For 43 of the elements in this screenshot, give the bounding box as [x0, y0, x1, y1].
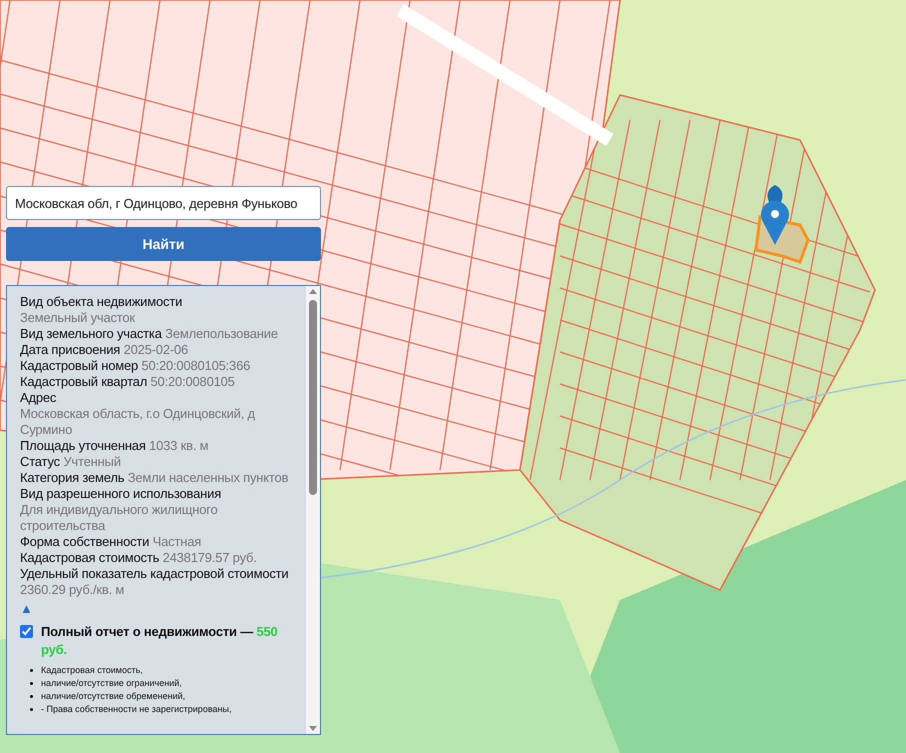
report-item: наличие/отсутствие ограничений,: [41, 677, 182, 689]
scrollbar[interactable]: [306, 286, 320, 734]
report-checkbox[interactable]: [20, 625, 33, 638]
field-label: Кадастровый квартал: [20, 374, 148, 389]
field-label: Статус: [20, 454, 60, 469]
report-title: Полный отчет о недвижимости — 550 руб.: [41, 623, 279, 659]
field-label: Кадастровый номер: [20, 358, 138, 373]
field-value: 2438179.57 руб.: [162, 550, 257, 566]
field-label: Удельный показатель кадастровой стоимости: [20, 566, 288, 581]
field-label: Кадастровая стоимость: [20, 550, 160, 565]
field-label: Площадь уточненная: [20, 438, 146, 453]
field-label: Форма собственности: [20, 534, 150, 549]
field-label: Дата присвоения: [20, 342, 120, 357]
field-label: Адрес: [20, 390, 56, 405]
field-value: 50:20:0080105:366: [141, 358, 250, 374]
scroll-down-icon[interactable]: [309, 726, 317, 731]
scroll-up-icon[interactable]: [309, 289, 317, 294]
field-value: Для индивидуального жилищного строительства: [20, 502, 219, 534]
bullet-icon: [30, 695, 33, 698]
address-search-field[interactable]: Московская обл, г Одинцово, деревня Фуньково: [6, 186, 321, 220]
field-value: Московская область, г.о Одинцовский, д Сурмино: [20, 406, 256, 438]
field-label: Вид разрешенного использования: [20, 486, 222, 501]
collapse-toggle[interactable]: ▲: [20, 601, 33, 617]
field-value: Учтенный: [63, 454, 121, 470]
report-item: Кадастровая стоимость,: [41, 664, 143, 676]
field-value: 2360.29 руб./кв. м: [20, 582, 124, 598]
search-button[interactable]: Найти: [6, 227, 321, 261]
bullet-icon: [30, 708, 33, 711]
field-label: Вид объекта недвижимости: [20, 294, 182, 309]
field-value: Земельный участок: [20, 310, 135, 326]
field-value: 50:20:0080105: [150, 374, 235, 390]
field-value: Земли населенных пунктов: [128, 470, 288, 486]
field-value: Частная: [152, 534, 202, 550]
scrollbar-thumb[interactable]: [309, 300, 317, 495]
bullet-icon: [30, 682, 33, 685]
field-value: Землепользование: [165, 326, 278, 342]
field-value: 1033 кв. м: [149, 438, 208, 454]
field-value: 2025-02-06: [124, 342, 188, 358]
report-item: - Права собственности не зарегистрированы,: [41, 703, 232, 715]
field-label: Вид земельного участка: [20, 326, 162, 341]
bullet-icon: [30, 669, 33, 672]
report-item: наличие/отсутствие обременений,: [41, 690, 186, 702]
field-label: Категория земель: [20, 470, 124, 485]
